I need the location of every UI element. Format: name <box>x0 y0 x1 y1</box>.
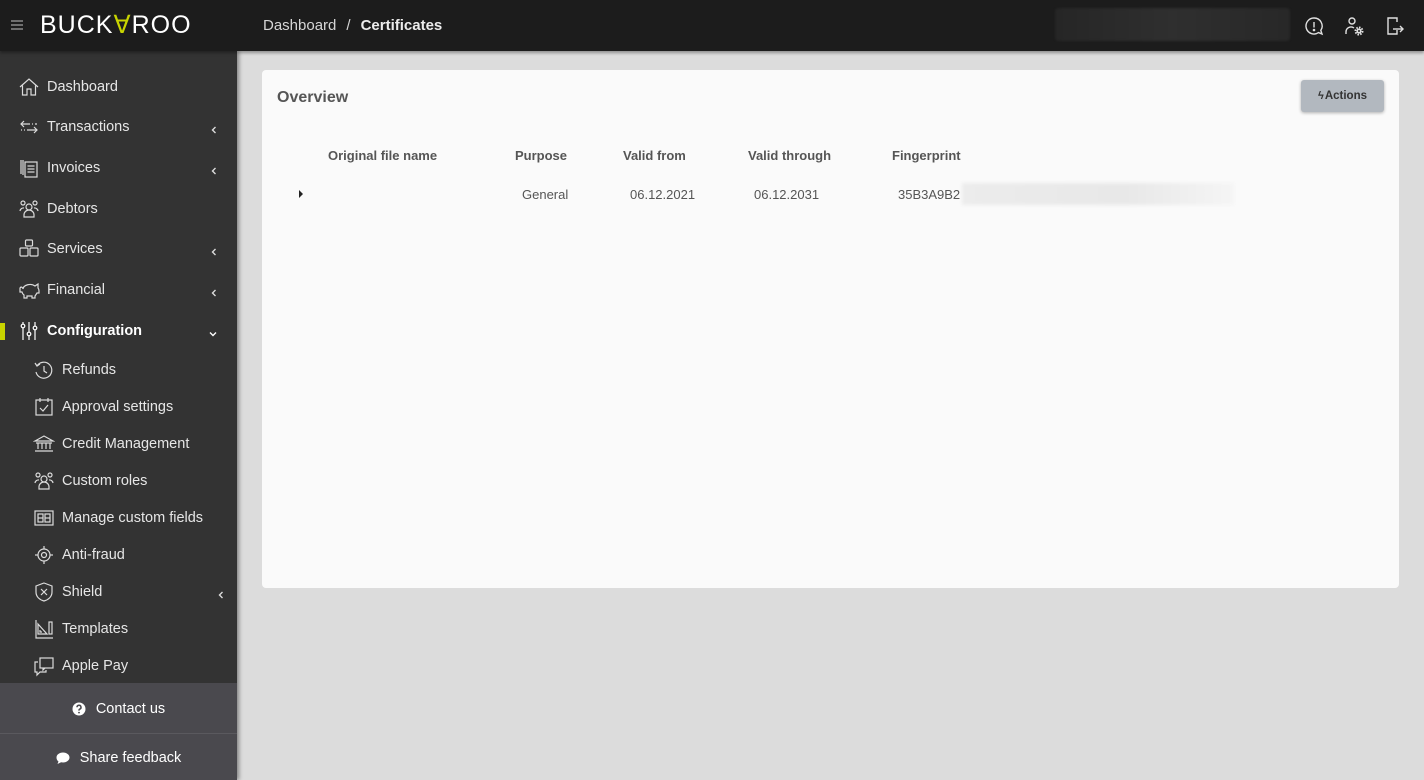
sidebar-item-transactions[interactable]: Transactions <box>0 109 237 145</box>
history-icon <box>33 359 55 381</box>
sidebar-subitem-refunds[interactable]: Refunds <box>0 352 237 388</box>
menu-toggle-icon[interactable] <box>11 20 23 31</box>
sidebar-item-services[interactable]: Services <box>0 231 237 267</box>
question-circle-icon <box>72 702 86 716</box>
fingerprint-redacted <box>962 183 1234 205</box>
transactions-icon <box>18 116 40 138</box>
sidebar-subitem-manage-custom-fields[interactable]: Manage custom fields <box>0 500 237 536</box>
sidebar-item-label: Templates <box>62 621 129 637</box>
sidebar-subitem-credit-management[interactable]: Credit Management <box>0 426 237 462</box>
home-icon <box>18 76 40 98</box>
actions-button[interactable]: ϟ Actions <box>1301 80 1384 112</box>
sidebar-item-label: Custom roles <box>62 473 148 489</box>
column-header-purpose[interactable]: Purpose <box>515 148 567 163</box>
sliders-icon <box>18 320 40 342</box>
column-header-fingerprint[interactable]: Fingerprint <box>892 148 961 163</box>
sidebar-item-label: Debtors <box>47 201 98 217</box>
lightning-icon: ϟ <box>1318 90 1324 102</box>
calendar-check-icon <box>33 396 55 418</box>
sidebar-item-label: Shield <box>62 584 103 600</box>
top-bar: BUCK∀ROO Dashboard / Certificates <box>0 0 1424 51</box>
sidebar-subitem-anti-fraud[interactable]: Anti-fraud <box>0 537 237 573</box>
active-indicator <box>0 323 5 340</box>
logo-text-right: ROO <box>131 11 192 39</box>
fields-icon <box>33 507 55 529</box>
sidebar-subitem-custom-roles[interactable]: Custom roles <box>0 463 237 499</box>
sidebar-subitem-shield[interactable]: Shield <box>0 574 237 610</box>
sidebar-item-dashboard[interactable]: Dashboard <box>0 69 237 105</box>
sidebar-item-financial[interactable]: Financial <box>0 272 237 308</box>
expand-row-icon[interactable] <box>299 190 303 198</box>
sidebar-item-label: Credit Management <box>62 436 190 452</box>
sidebar-item-label: Apple Pay <box>62 658 129 674</box>
cell-valid-through: 06.12.2031 <box>754 187 820 202</box>
chevron-left-icon <box>209 244 219 256</box>
sidebar-item-label: Services <box>47 241 103 257</box>
sidebar-item-label: Dashboard <box>47 79 118 95</box>
sidebar: Dashboard Transactions Invoices Debtors … <box>0 51 237 780</box>
logout-icon[interactable] <box>1384 15 1406 37</box>
sidebar-footer: Contact us Share feedback <box>0 683 237 780</box>
sidebar-subitem-apple-pay[interactable]: Apple Pay <box>0 648 237 684</box>
cell-fingerprint: 35B3A9B2 <box>898 187 961 202</box>
share-feedback-label: Share feedback <box>79 750 182 766</box>
page-title: Overview <box>277 89 349 106</box>
sidebar-item-debtors[interactable]: Debtors <box>0 191 237 227</box>
logo-text-left: BUCK <box>40 11 114 39</box>
crosshair-icon <box>33 544 55 566</box>
chat-icon <box>33 655 55 677</box>
redacted-account-selector[interactable] <box>1055 8 1290 41</box>
user-settings-icon[interactable] <box>1343 15 1365 37</box>
users-icon <box>33 470 55 492</box>
bank-icon <box>32 433 56 455</box>
shield-icon <box>33 581 55 603</box>
logo-accent: ∀ <box>113 11 132 39</box>
chevron-down-icon <box>208 326 218 337</box>
breadcrumb: Dashboard / Certificates <box>263 17 442 34</box>
sidebar-item-label: Refunds <box>62 362 117 378</box>
chevron-left-icon <box>209 285 219 297</box>
chevron-left-icon <box>216 587 226 599</box>
cell-purpose: General <box>522 187 569 202</box>
overview-card: Overview ϟ Actions Original file name Pur… <box>262 70 1399 588</box>
templates-icon <box>33 618 55 640</box>
debtors-icon <box>18 198 40 220</box>
sidebar-item-label: Financial <box>47 282 106 298</box>
contact-us-link[interactable]: Contact us <box>0 685 237 733</box>
buckaroo-logo[interactable]: BUCK∀ROO <box>40 10 192 40</box>
piggy-bank-icon <box>18 279 40 301</box>
sidebar-subitem-templates[interactable]: Templates <box>0 611 237 647</box>
chevron-left-icon <box>209 163 219 175</box>
breadcrumb-current: Certificates <box>360 17 443 34</box>
share-feedback-link[interactable]: Share feedback <box>0 734 237 780</box>
breadcrumb-separator: / <box>346 17 351 34</box>
sidebar-item-label: Configuration <box>47 323 143 339</box>
sidebar-item-invoices[interactable]: Invoices <box>0 150 237 186</box>
sidebar-item-label: Transactions <box>47 119 130 135</box>
sidebar-item-label: Anti-fraud <box>62 547 125 563</box>
column-header-original-file-name[interactable]: Original file name <box>328 148 437 163</box>
contact-us-label: Contact us <box>95 701 166 717</box>
sidebar-item-label: Manage custom fields <box>62 510 204 526</box>
actions-label: Actions <box>1324 90 1367 102</box>
feedback-alert-icon[interactable] <box>1303 15 1325 37</box>
sidebar-item-configuration[interactable]: Configuration <box>0 313 237 349</box>
sidebar-item-label: Invoices <box>47 160 101 176</box>
services-icon <box>18 238 40 260</box>
invoices-icon <box>18 157 40 179</box>
breadcrumb-dashboard[interactable]: Dashboard <box>263 17 336 34</box>
sidebar-subitem-approval-settings[interactable]: Approval settings <box>0 389 237 425</box>
comment-icon <box>56 751 70 765</box>
column-header-valid-through[interactable]: Valid through <box>748 148 831 163</box>
chevron-left-icon <box>209 122 219 134</box>
column-header-valid-from[interactable]: Valid from <box>623 148 686 163</box>
cell-valid-from: 06.12.2021 <box>630 187 696 202</box>
sidebar-item-label: Approval settings <box>62 399 174 415</box>
